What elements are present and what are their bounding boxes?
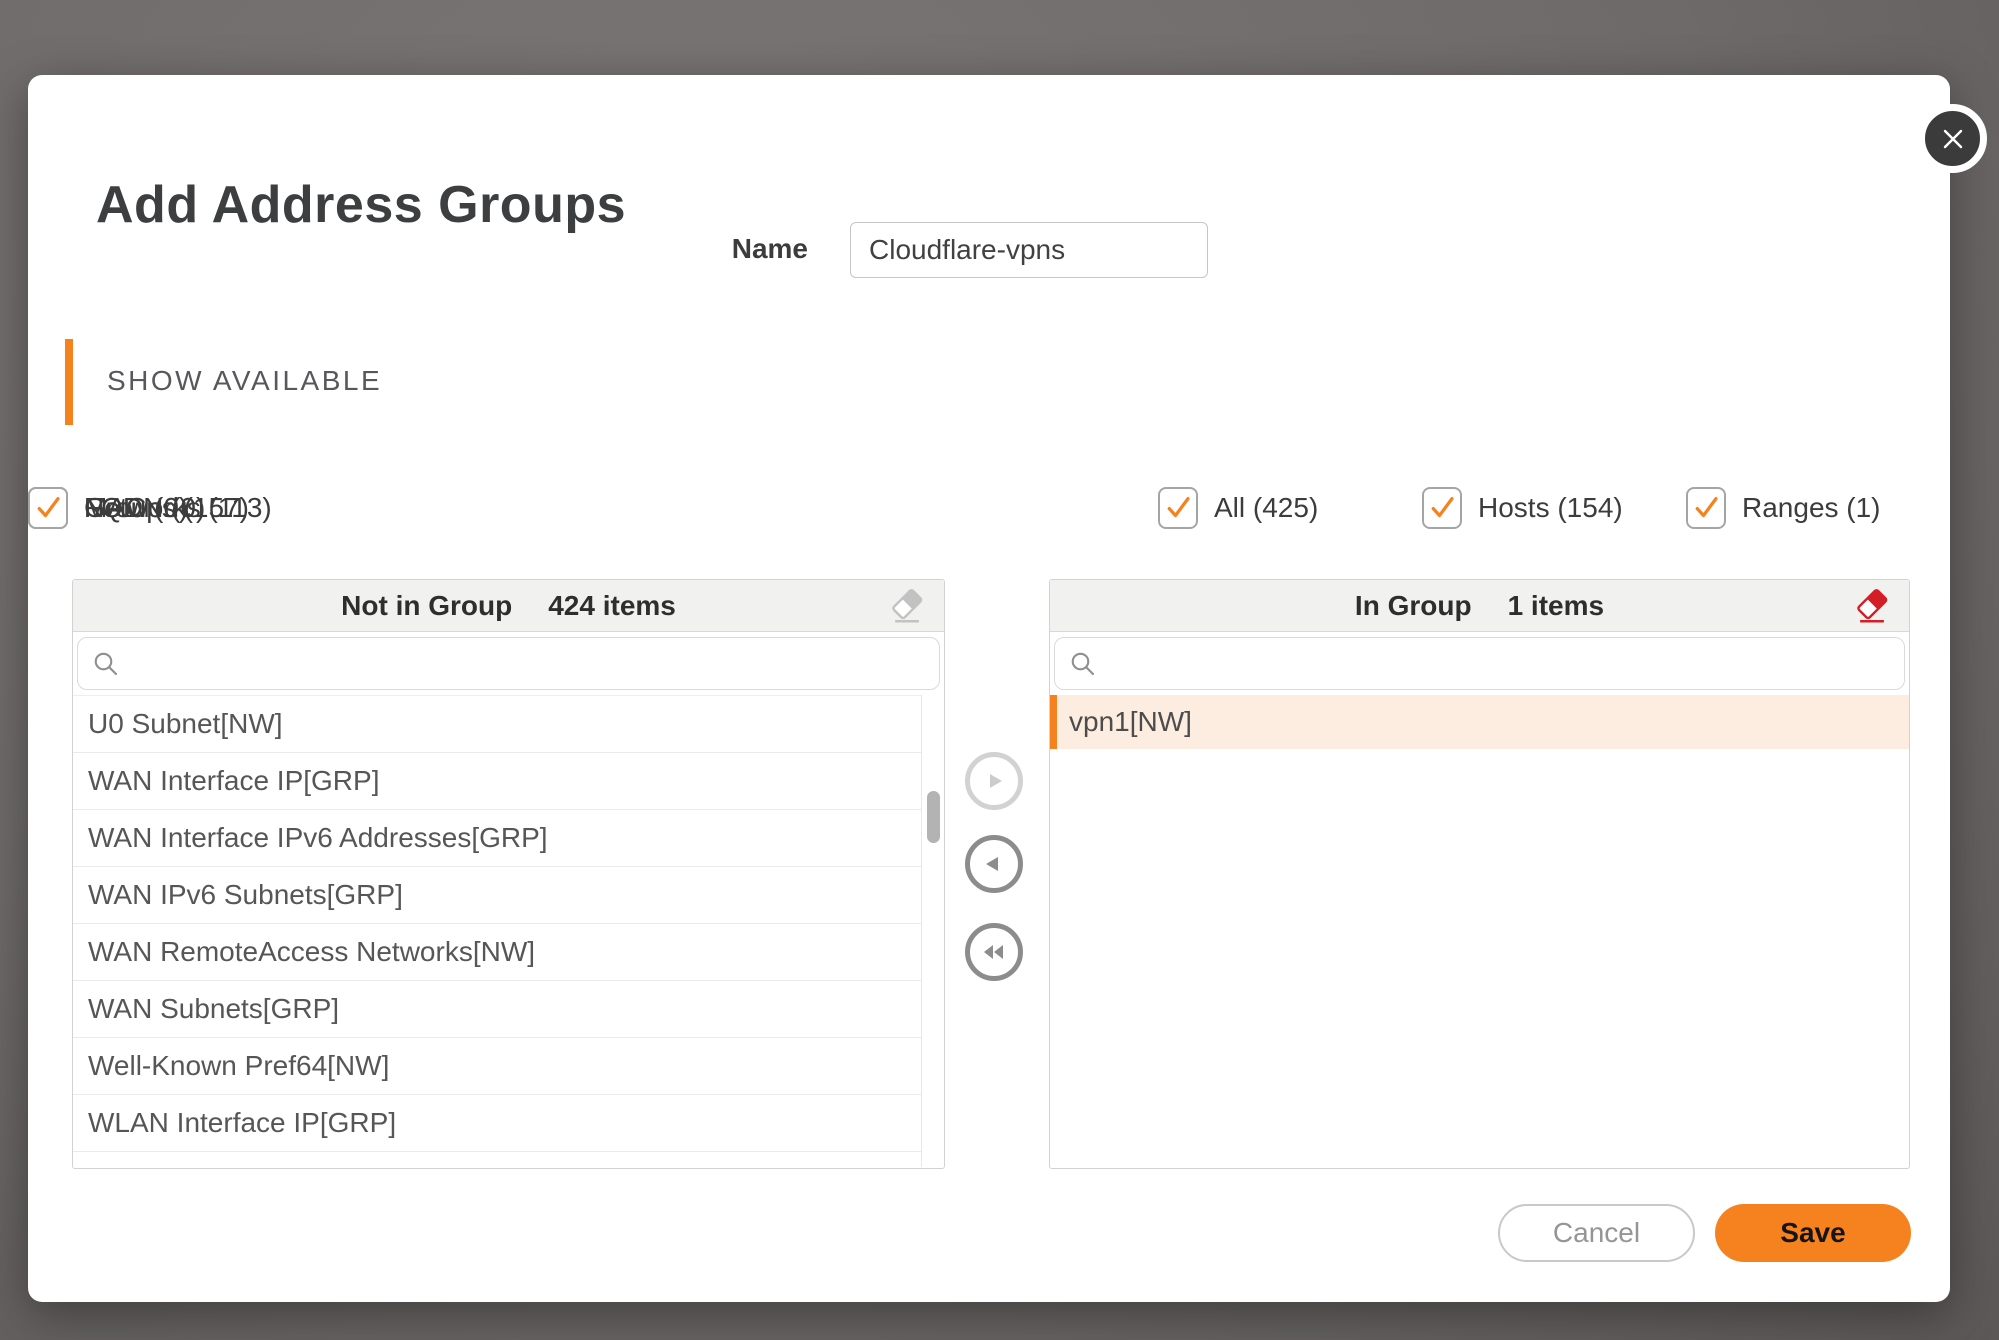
filter-hosts[interactable]: Hosts (154) [1422,460,1623,556]
filter-label: Ranges (1) [1742,489,1881,527]
in-group-panel: In Group 1 items [1049,579,1910,1169]
close-x-icon [1939,125,1967,153]
filter-ranges[interactable]: Ranges (1) [1686,460,1881,556]
name-label: Name [648,233,808,265]
clear-selection-button[interactable] [888,587,928,627]
search-input[interactable] [1108,638,1891,689]
clear-group-button[interactable] [1853,587,1893,627]
panel-item-count: 1 items [1508,590,1605,622]
list-item[interactable]: WAN Interface IPv6 Addresses[GRP] [73,810,921,867]
filter-label: Hosts (154) [1478,489,1623,527]
checkbox-checked-icon[interactable] [1422,487,1462,529]
eraser-icon [888,588,928,626]
search-icon [91,649,121,679]
scrollbar-thumb[interactable] [927,791,940,843]
filter-groups[interactable]: Groups (157) [28,460,249,556]
section-title: SHOW AVAILABLE [107,365,382,397]
eraser-icon-red [1853,588,1893,626]
panel-item-count: 424 items [548,590,676,622]
list-item[interactable]: U0 Subnet[NW] [73,696,921,753]
in-group-header: In Group 1 items [1050,580,1909,632]
move-right-button[interactable] [965,752,1023,810]
section-accent-bar [65,339,73,425]
right-arrow-icon [981,768,1007,794]
filter-all[interactable]: All (425) [1158,460,1318,556]
search-icon [1068,649,1098,679]
panel-title: In Group [1355,590,1472,622]
list-item[interactable]: Well-Known Pref64[NW] [73,1038,921,1095]
name-input[interactable] [850,222,1208,278]
double-left-arrow-icon [980,938,1008,966]
cancel-button[interactable]: Cancel [1498,1204,1695,1262]
list-item[interactable]: WAN Interface IP[GRP] [73,753,921,810]
checkbox-checked-icon[interactable] [1158,487,1198,529]
filter-label: Groups (157) [84,489,249,527]
selected-list-item[interactable]: vpn1[NW] [1050,695,1909,749]
list-item[interactable]: WAN IPv6 Subnets[GRP] [73,867,921,924]
move-left-button[interactable] [965,835,1023,893]
filter-label: All (425) [1214,489,1318,527]
search-input[interactable] [131,638,926,689]
checkbox-checked-icon[interactable] [28,487,68,529]
not-in-group-panel: Not in Group 424 items [72,579,945,1169]
in-group-search[interactable] [1054,637,1905,690]
save-button[interactable]: Save [1715,1204,1911,1262]
list-item[interactable]: WAN RemoteAccess Networks[NW] [73,924,921,981]
left-arrow-icon [981,851,1007,877]
not-in-group-list: U0 Subnet[NW] WAN Interface IP[GRP] WAN … [73,695,944,1167]
not-in-group-header: Not in Group 424 items [73,580,944,632]
list-item[interactable]: WAN Subnets[GRP] [73,981,921,1038]
move-all-left-button[interactable] [965,923,1023,981]
dialog-title: Add Address Groups [96,175,626,235]
close-button[interactable] [1918,104,1987,173]
not-in-group-search[interactable] [77,637,940,690]
checkbox-checked-icon[interactable] [1686,487,1726,529]
add-address-groups-dialog: Add Address Groups Name SHOW AVAILABLE A… [28,75,1950,1302]
in-group-list: vpn1[NW] [1050,695,1909,1167]
panel-title: Not in Group [341,590,512,622]
list-item[interactable]: WLAN Interface IP[GRP] [73,1095,921,1152]
